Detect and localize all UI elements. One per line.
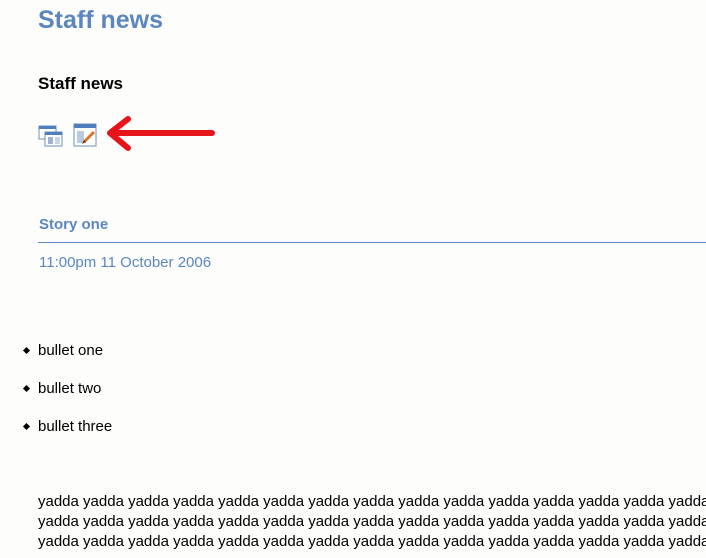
edit-content-button[interactable] bbox=[73, 123, 99, 149]
list-item: bullet two bbox=[0, 379, 706, 417]
bullet-icon bbox=[22, 346, 31, 355]
bullet-text: bullet two bbox=[38, 380, 102, 397]
bullet-text: bullet one bbox=[38, 342, 104, 359]
view-content-icon bbox=[38, 125, 63, 147]
page-title: Staff news bbox=[38, 6, 164, 34]
story-title[interactable]: Story one bbox=[39, 216, 108, 233]
bullet-icon bbox=[22, 384, 31, 393]
list-item: bullet one bbox=[0, 341, 706, 379]
edit-content-icon bbox=[73, 123, 97, 147]
story-divider bbox=[38, 242, 706, 243]
body-text-line: yadda yadda yadda yadda yadda yadda yadd… bbox=[38, 513, 706, 530]
view-content-button[interactable] bbox=[38, 123, 64, 149]
bullet-text: bullet three bbox=[38, 418, 113, 435]
body-text-line: yadda yadda yadda yadda yadda yadda yadd… bbox=[38, 533, 706, 550]
section-title: Staff news bbox=[38, 74, 124, 93]
body-text-line: yadda yadda yadda yadda yadda yadda yadd… bbox=[38, 493, 706, 510]
annotation-arrow-icon bbox=[107, 116, 215, 151]
content-toolbar bbox=[38, 116, 228, 151]
list-item: bullet three bbox=[0, 417, 706, 455]
story-date: 11:00pm 11 October 2006 bbox=[39, 254, 212, 271]
story-body: yadda yadda yadda yadda yadda yadda yadd… bbox=[38, 492, 706, 558]
bullet-list: bullet one bullet two bullet three bbox=[0, 341, 706, 455]
bullet-icon bbox=[22, 422, 31, 431]
